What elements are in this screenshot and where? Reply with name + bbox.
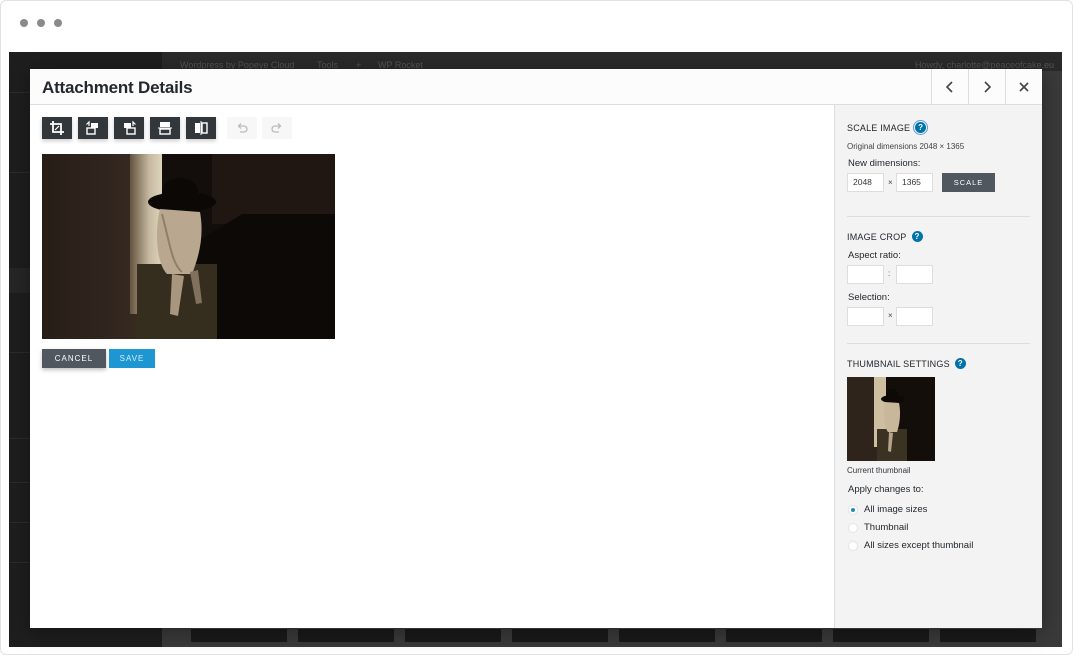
- current-thumbnail-image: [847, 377, 935, 461]
- image-edit-toolbar: [42, 117, 216, 139]
- rotate-left-icon: [86, 120, 98, 135]
- editing-image[interactable]: [42, 154, 335, 339]
- scale-image-title: SCALE IMAGE: [847, 122, 911, 133]
- dimension-separator: ×: [888, 178, 893, 187]
- cancel-button[interactable]: CANCEL: [42, 349, 106, 368]
- close-button[interactable]: [1005, 69, 1042, 105]
- new-dimensions-label: New dimensions:: [848, 158, 921, 169]
- aspect-ratio-height-input[interactable]: [896, 265, 933, 284]
- window-dot-maximize[interactable]: [54, 19, 62, 27]
- scale-width-input[interactable]: 2048: [847, 173, 884, 192]
- window-dot-close[interactable]: [20, 19, 28, 27]
- crop-icon: [50, 121, 64, 135]
- aspect-separator: :: [888, 269, 891, 278]
- radio-thumbnail[interactable]: Thumbnail: [848, 522, 908, 533]
- original-dimensions: Original dimensions 2048 × 1365: [847, 142, 965, 151]
- scale-height-input[interactable]: 1365: [896, 173, 933, 192]
- modal-header: Attachment Details: [30, 69, 1042, 105]
- radio-selected-icon[interactable]: [848, 504, 858, 515]
- scale-image-heading: SCALE IMAGE ?: [847, 120, 929, 135]
- rotate-left-button[interactable]: [78, 117, 108, 139]
- flip-vertical-icon: [158, 122, 172, 135]
- flip-vertical-button[interactable]: [150, 117, 180, 139]
- scale-button[interactable]: SCALE: [942, 173, 995, 192]
- flip-horizontal-button[interactable]: [186, 117, 216, 139]
- selection-label: Selection:: [848, 292, 890, 303]
- editor-actions: CANCEL SAVE: [42, 349, 155, 368]
- radio-label: All sizes except thumbnail: [864, 540, 974, 551]
- chevron-right-icon: [984, 81, 992, 93]
- photo-woman-in-hat: [42, 154, 335, 339]
- aspect-ratio-label: Aspect ratio:: [848, 250, 901, 261]
- help-icon[interactable]: ?: [911, 231, 923, 242]
- radio-label: Thumbnail: [864, 522, 909, 533]
- previous-button[interactable]: [931, 69, 968, 105]
- radio-all-except-thumbnail[interactable]: All sizes except thumbnail: [848, 540, 973, 551]
- radio-label: All image sizes: [864, 504, 928, 515]
- save-button[interactable]: SAVE: [109, 349, 155, 368]
- image-crop-heading: IMAGE CROP ?: [847, 231, 923, 242]
- next-button[interactable]: [968, 69, 1005, 105]
- undo-icon: [237, 123, 248, 133]
- image-settings-sidebar: SCALE IMAGE ? Original dimensions 2048 ×…: [834, 105, 1042, 628]
- aspect-ratio-width-input[interactable]: [847, 265, 884, 284]
- history-controls: [227, 117, 292, 139]
- redo-button[interactable]: [262, 117, 292, 139]
- section-divider: [847, 343, 1030, 344]
- section-divider: [847, 216, 1030, 217]
- thumbnail-photo: [847, 377, 935, 461]
- background-thumb-strip: [191, 628, 1036, 642]
- help-icon[interactable]: ?: [954, 358, 966, 369]
- undo-button[interactable]: [227, 117, 257, 139]
- window-controls: [20, 19, 62, 27]
- rotate-right-button[interactable]: [114, 117, 144, 139]
- rotate-right-icon: [124, 120, 136, 135]
- radio-unselected-icon[interactable]: [848, 540, 858, 551]
- crop-button[interactable]: [42, 117, 72, 139]
- radio-unselected-icon[interactable]: [848, 522, 858, 533]
- image-crop-title: IMAGE CROP: [847, 231, 907, 242]
- apply-changes-label: Apply changes to:: [848, 484, 924, 495]
- attachment-details-modal: Attachment Details CANCEL SAVE SCALE IMA…: [30, 69, 1042, 628]
- modal-title: Attachment Details: [42, 78, 193, 97]
- current-thumbnail-label: Current thumbnail: [847, 466, 911, 475]
- radio-all-image-sizes[interactable]: All image sizes: [848, 504, 927, 515]
- selection-height-input[interactable]: [896, 307, 933, 326]
- browser-window: Wordpress by Popeye Cloud Tools + WP Roc…: [0, 0, 1073, 655]
- thumbnail-settings-heading: THUMBNAIL SETTINGS ?: [847, 358, 966, 369]
- help-icon[interactable]: ?: [913, 120, 929, 135]
- thumbnail-settings-title: THUMBNAIL SETTINGS: [847, 358, 950, 369]
- selection-separator: ×: [888, 311, 893, 320]
- close-icon: [1019, 82, 1029, 92]
- image-editor-area: CANCEL SAVE: [30, 105, 834, 628]
- selection-width-input[interactable]: [847, 307, 884, 326]
- window-dot-minimize[interactable]: [37, 19, 45, 27]
- flip-horizontal-icon: [195, 121, 208, 135]
- chevron-left-icon: [945, 81, 953, 93]
- redo-icon: [271, 123, 282, 133]
